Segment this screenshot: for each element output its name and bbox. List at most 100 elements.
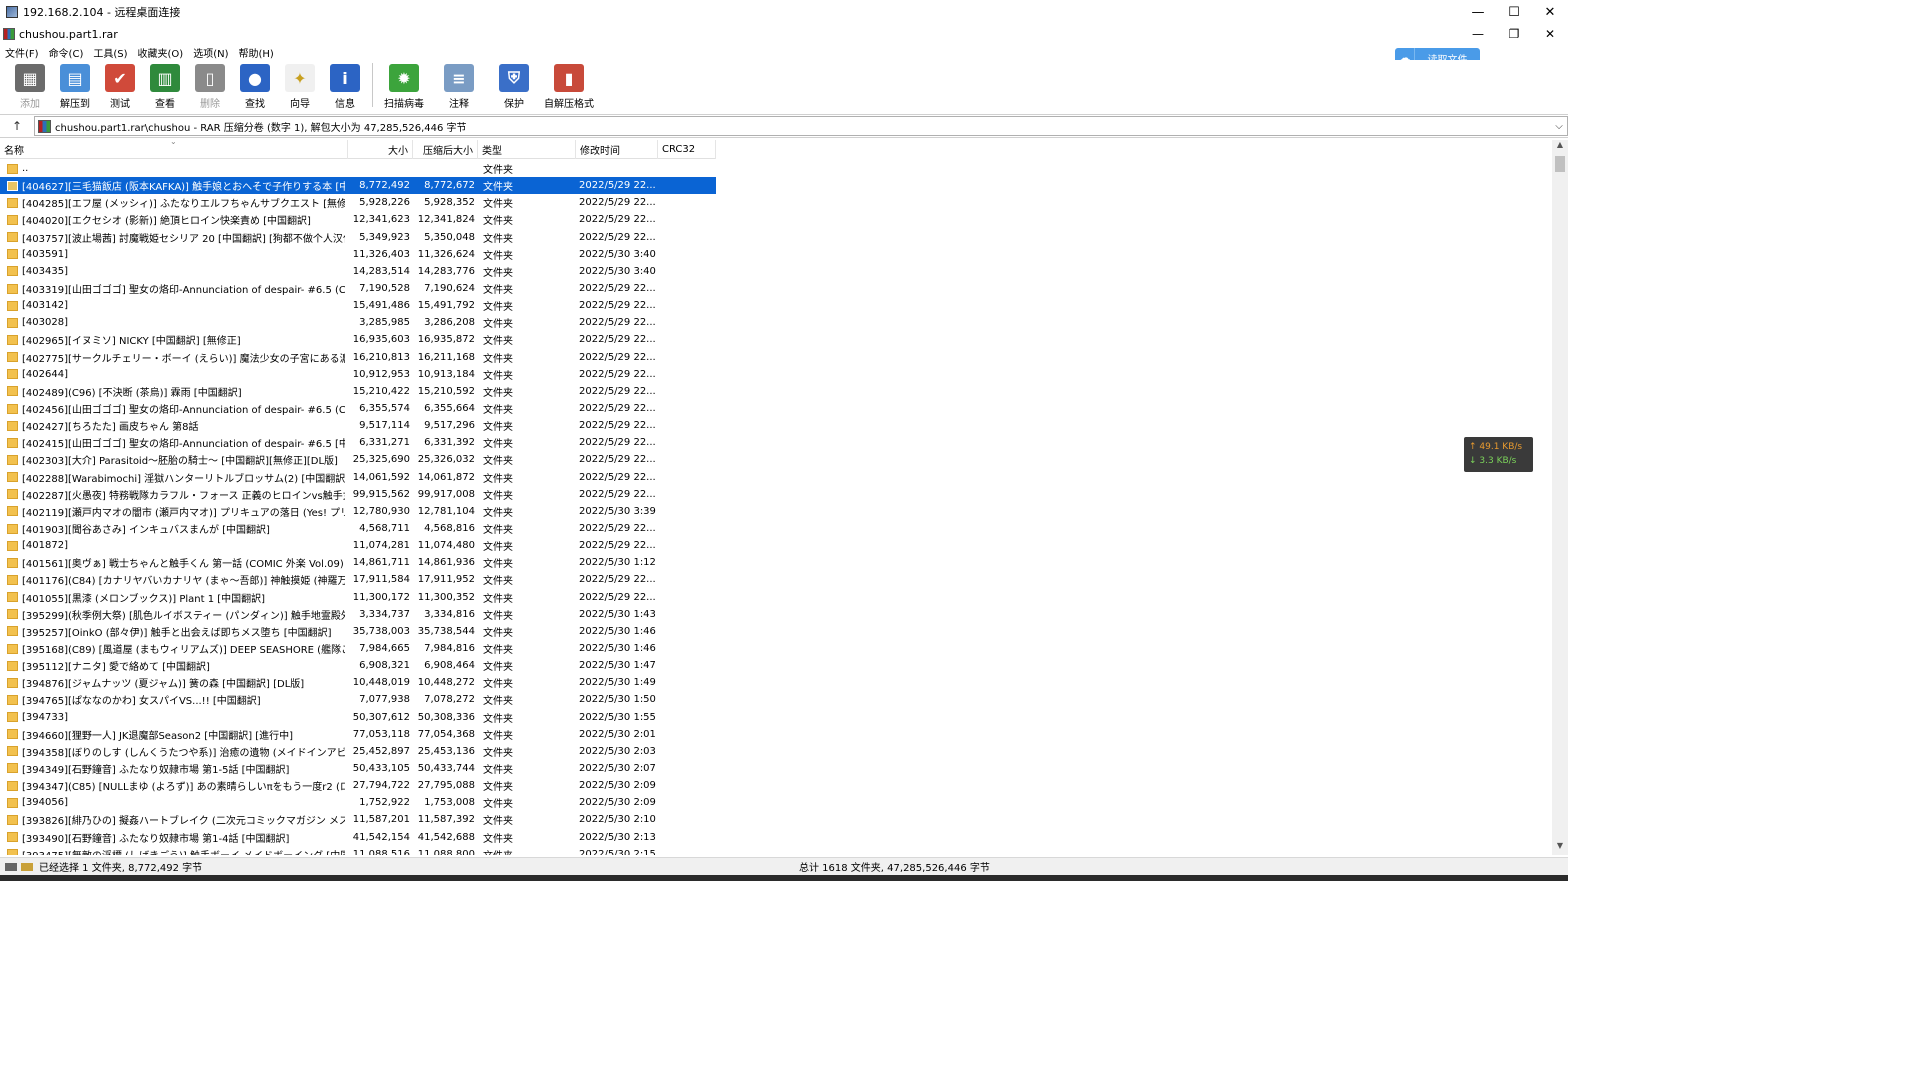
table-row[interactable]: .. 文件夹 [0,160,716,177]
menu-tools[interactable]: 工具(S) [88,45,132,60]
table-row[interactable]: [401176](C84) [カナリヤバいカナリヤ (まゃ～吾郎)] 神触摸姫 … [0,571,716,588]
cell-packed: 17,911,952 [417,574,475,586]
comment-icon: ≡ [444,64,474,92]
app-titlebar: chushou.part1.rar — ❐ ✕ [0,24,1568,44]
table-row[interactable]: [401903][聞谷あさみ] インキュバスまんが [中国翻訳] 4,568,71… [0,520,716,537]
column-header-type[interactable]: 类型 [478,140,576,159]
cell-modified: 2022/5/29 22... [579,231,656,243]
toolbar-button-8[interactable]: ✹ 扫描病毒 [377,60,431,110]
up-folder-button[interactable]: ↑ [0,119,34,133]
table-row[interactable]: [403757][波止場茜] 討魔戦姫セシリア 20 [中国翻訳] [狗都不做个… [0,229,716,246]
table-row[interactable]: [402427][ちろたた] 画皮ちゃん 第8話 9,517,114 9,517,2… [0,417,716,434]
cell-size: 11,300,172 [352,591,410,603]
file-name: [394660][狸野一人] JK退魔部Season2 [中国翻訳] [進行中] [22,730,294,742]
table-row[interactable]: [402287][火愚夜] 特務戦隊カラフル・フォース 正義のヒロインvs触手女… [0,486,716,503]
remote-minimize-button[interactable]: — [1460,0,1496,24]
path-dropdown-icon[interactable]: ⌵ [1551,121,1567,132]
folder-icon [7,317,18,328]
folder-icon [7,369,18,380]
scroll-down-icon[interactable]: ▼ [1552,841,1568,855]
table-row[interactable]: [402288][Warabimochi] 淫獄ハンターリトルブロッサム(2) … [0,469,716,486]
table-row[interactable]: [402489](C96) [不決断 (茶烏)] 霖雨 [中国翻訳] 15,210… [0,383,716,400]
menu-help[interactable]: 帮助(H) [234,45,279,60]
menu-options[interactable]: 选项(N) [188,45,233,60]
table-row[interactable]: [394358][ぼりのしす (しんくうたつや系)] 治癒の遺物 (メイドインア… [0,743,716,760]
table-row[interactable]: [403591] 11,326,403 11,326,624 文件夹 2022/5/30… [0,246,716,263]
table-row[interactable]: [393826][緋乃ひの] 擬姦ハートブレイク (二次元コミックマガジン メス… [0,811,716,828]
table-row[interactable]: [395257][OinkO (部々伊)] 触手と出会えば即ちメス堕ち [中国翻… [0,623,716,640]
scroll-up-icon[interactable]: ▲ [1552,140,1568,154]
toolbar-button-1[interactable]: ▤ 解压到 [53,60,97,110]
column-header-packed[interactable]: 压缩后大小 [413,140,478,159]
toolbar-button-10[interactable]: ⛨ 保护 [487,60,541,110]
cell-modified: 2022/5/29 22... [579,523,656,535]
table-row[interactable]: [403028] 3,285,985 3,286,208 文件夹 2022/5/29 2… [0,314,716,331]
toolbar-button-label: 信息 [335,99,355,110]
table-row[interactable]: [404627][三毛猫飯店 (阪本KAFKA)] 触手娘とおへそで子作りする本… [0,177,716,195]
cell-type: 文件夹 [483,439,513,451]
folder-icon [7,712,18,723]
table-row[interactable]: [395299](秋季例大祭) [肌色ルイボスティー (パンダィン)] 触手地霊… [0,606,716,623]
table-row[interactable]: [402415][山田ゴゴゴ] 聖女の烙印-Annunciation of de… [0,434,716,451]
menu-favorites[interactable]: 收藏夹(O) [133,45,189,60]
column-header-size[interactable]: 大小 [348,140,413,159]
table-row[interactable]: [402775][サークルチェリー・ボーイ (えらい)] 魔法少女の子宮にある濃… [0,349,716,366]
table-row[interactable]: [404020][エクセシオ (影新)] 絶頂ヒロイン快楽責め [中国翻訳] 12… [0,211,716,228]
cell-size: 11,074,281 [352,540,410,552]
menu-commands[interactable]: 命令(C) [44,45,89,60]
table-row[interactable]: [394660][狸野一人] JK退魔部Season2 [中国翻訳] [進行中]… [0,726,716,743]
cell-modified: 2022/5/29 22... [579,454,656,466]
remote-close-button[interactable]: ✕ [1532,0,1568,24]
app-close-button[interactable]: ✕ [1532,24,1568,44]
cell-name: [402456][山田ゴゴゴ] 聖女の烙印-Annunciation of de… [0,401,348,416]
table-row[interactable]: [393490][石野鐘音] ふたなり奴隷市場 第1-4話 [中国翻訳] 41,5… [0,828,716,845]
table-row[interactable]: [402119][瀬戸内マオの闇市 (瀬戸内マオ)] プリキュアの落日 (Yes… [0,503,716,520]
table-row[interactable]: [401055][黒漆 (メロンブックス)] Plant 1 [中国翻訳] 11,… [0,589,716,606]
path-field[interactable]: chushou.part1.rar\chushou - RAR 压缩分卷 (数字… [34,116,1568,136]
table-row[interactable]: [394056] 1,752,922 1,753,008 文件夹 2022/5/30 2… [0,794,716,811]
table-row[interactable]: [404285][エフ屋 (メッシィ)] ふたなりエルフちゃんサブクエスト [無… [0,194,716,211]
app-restore-button[interactable]: ❐ [1496,24,1532,44]
vertical-scrollbar[interactable]: ▲ ▼ [1552,140,1568,855]
table-row[interactable]: [402303][大介] Parasitoid～胚胎の騎士～ [中国翻訳][無修… [0,451,716,468]
toolbar-button-5[interactable]: ● 查找 [233,60,277,110]
app-minimize-button[interactable]: — [1460,24,1496,44]
table-row[interactable]: [395112][ナニタ] 愛で絡めて [中国翻訳] 6,908,321 6,908… [0,657,716,674]
toolbar-button-label: 删除 [200,99,220,110]
column-header-modified[interactable]: 修改时间 [576,140,658,159]
toolbar-button-0[interactable]: ▦ 添加 [8,60,52,110]
toolbar-button-label: 查找 [245,99,265,110]
table-row[interactable]: [401561][奥ヴぁ] 戦士ちゃんと触手くん 第一話 (COMIC 外楽 V… [0,554,716,571]
table-row[interactable]: [402456][山田ゴゴゴ] 聖女の烙印-Annunciation of de… [0,400,716,417]
toolbar-button-7[interactable]: i 信息 [323,60,367,110]
toolbar-button-4[interactable]: ▯ 删除 [188,60,232,110]
table-row[interactable]: [402965][イヌミソ] NICKY [中国翻訳] [無修正] 16,935,… [0,331,716,348]
table-row[interactable]: [394733] 50,307,612 50,308,336 文件夹 2022/5/30… [0,709,716,726]
toolbar-button-11[interactable]: ▮ 自解压格式 [542,60,596,110]
table-row[interactable]: [403142] 15,491,486 15,491,792 文件夹 2022/5/29… [0,297,716,314]
cell-packed: 7,078,272 [424,694,475,706]
cell-modified: 2022/5/30 1:55 [579,711,656,723]
table-row[interactable]: [403435] 14,283,514 14,283,776 文件夹 2022/5/30… [0,263,716,280]
table-row[interactable]: [395168](C89) [風道屋 (まもウィリアムズ)] DEEP SEAS… [0,640,716,657]
file-name: [395168](C89) [風道屋 (まもウィリアムズ)] DEEP SEAS… [22,645,345,656]
table-row[interactable]: [394876][ジャムナッツ (夏ジャム)] 簧の森 [中国翻訳] [DL版]… [0,674,716,691]
table-row[interactable]: [394349][石野鐘音] ふたなり奴隷市場 第1-5話 [中国翻訳] 50,4… [0,760,716,777]
menu-file[interactable]: 文件(F) [0,45,44,60]
cell-packed: 10,448,272 [417,677,475,689]
toolbar-button-2[interactable]: ✔ 测试 [98,60,142,110]
table-row[interactable]: [401872] 11,074,281 11,074,480 文件夹 2022/5/29… [0,537,716,554]
toolbar-button-6[interactable]: ✦ 向导 [278,60,322,110]
column-header-crc[interactable]: CRC32 [658,140,716,159]
toolbar-button-9[interactable]: ≡ 注释 [432,60,486,110]
table-row[interactable]: [403319][山田ゴゴゴ] 聖女の烙印-Annunciation of de… [0,280,716,297]
remote-maximize-button[interactable]: ☐ [1496,0,1532,24]
folder-icon [7,214,18,225]
table-row[interactable]: [394765][ぱななのかわ] 女スパイVS...!! [中国翻訳] 7,077… [0,691,716,708]
toolbar-button-3[interactable]: ▥ 查看 [143,60,187,110]
scroll-thumb[interactable] [1555,156,1565,172]
table-row[interactable]: [402644] 10,912,953 10,913,184 文件夹 2022/5/29… [0,366,716,383]
table-row[interactable]: [394347](C85) [NULLまゆ (よろず)] あの素晴らしいπをもう… [0,777,716,794]
table-row[interactable]: [393475][無敵の浮標 (しげきごう)] 触手ボーイ メイドボーイング [… [0,846,716,855]
column-header-name[interactable]: 名称 ⌄ [0,140,348,159]
